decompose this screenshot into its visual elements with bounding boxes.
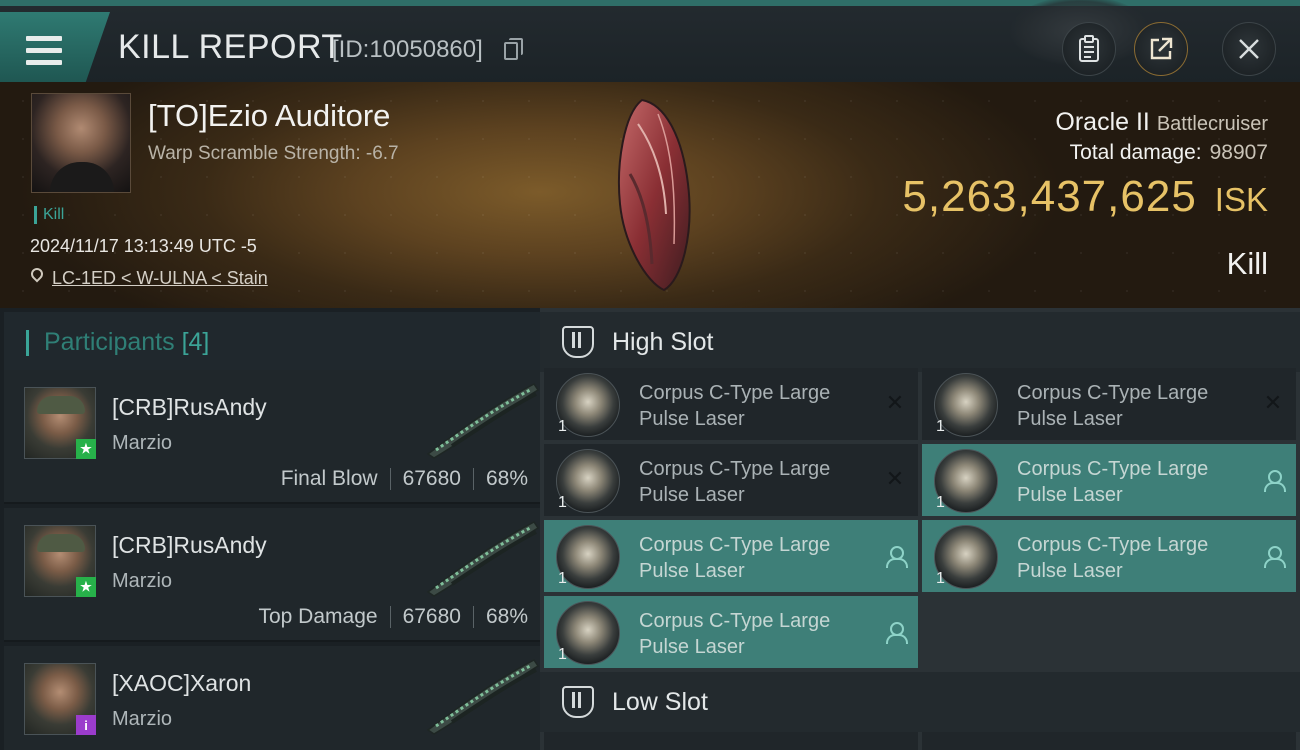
participant-badge: ★ [76,439,96,459]
module-qty: 1 [936,418,945,435]
ship-name[interactable]: Oracle II Battlecruiser [1055,108,1268,137]
menu-icon [26,36,62,66]
module-qty: 1 [558,418,567,435]
participant-role: Final Blow [280,467,378,490]
participant-badge: ★ [76,577,96,597]
share-button[interactable] [1134,22,1188,76]
low-slot-title: Low Slot [612,688,708,716]
participant-avatar[interactable]: ★ [24,387,96,459]
destroyed-icon: ✕ [1263,390,1283,415]
clipboard-button[interactable] [1062,22,1116,76]
module-name: Corpus C-Type Large Pulse Laser [639,458,831,506]
module-item[interactable]: 1 Corpus C-Type Large Pulse Laser [544,596,918,668]
header-accent-bar [26,330,29,356]
participants-title: Participants [4] [44,328,209,357]
participant-corp: Marzio [112,432,173,454]
module-name: Corpus C-Type Large Pulse Laser [1017,534,1209,582]
total-damage-value: 98907 [1209,141,1268,164]
location-link[interactable]: LC-1ED < W-ULNA < Stain [52,268,268,289]
participants-count: [4] [181,328,210,356]
participant-ship-image [426,659,540,735]
high-slot-title: High Slot [612,328,714,356]
participant-avatar[interactable]: ★ [24,525,96,597]
title-bar: KILL REPORT [ID:10050860] [0,0,1300,82]
module-item[interactable] [922,732,1296,750]
participant-corp: Marzio [112,708,173,730]
isk-unit: ISK [1214,181,1268,218]
module-item[interactable]: 1 Corpus C-Type Large Pulse Laser [922,444,1296,516]
module-qty: 1 [936,494,945,511]
pilot-icon [886,622,908,644]
pilot-icon [886,546,908,568]
victim-portrait[interactable] [31,93,131,193]
participant-role: Top Damage [258,605,378,628]
participants-title-text: Participants [44,328,175,356]
kill-tag: Kill [34,206,64,224]
module-qty: 1 [558,570,567,587]
participant-damage: 67680 [402,605,461,628]
menu-button[interactable] [0,12,110,82]
clipboard-icon [1079,35,1099,62]
copy-icon[interactable] [504,38,523,60]
participant-percent: 68% [485,467,528,490]
report-id: [ID:10050860] [332,36,483,63]
low-slot-icon [562,686,594,718]
page-title: KILL REPORT [118,28,343,66]
participant-card[interactable]: i [XAOC]Xaron Marzio [4,646,540,750]
participant-name: [CRB]RusAndy [112,532,267,558]
total-damage: Total damage: 98907 [1070,141,1268,165]
ship-name-text: Oracle II [1055,108,1150,136]
module-item[interactable]: 1 Corpus C-Type Large Pulse Laser [544,520,918,592]
low-slot-header: Low Slot [540,672,1300,732]
participant-ship-image [426,383,540,459]
participant-badge: i [76,715,96,735]
participant-name: [CRB]RusAndy [112,394,267,420]
isk-value: 5,263,437,625 [902,172,1197,221]
participant-ship-image [426,521,540,597]
module-qty: 1 [936,570,945,587]
close-icon [1239,39,1259,59]
destroyed-icon: ✕ [885,390,905,415]
module-item[interactable]: 1 Corpus C-Type Large Pulse Laser ✕ [544,368,918,440]
total-damage-label: Total damage: [1069,141,1202,164]
share-icon [1150,37,1173,60]
victim-name[interactable]: [TO]Ezio Auditore [148,98,390,134]
victim-ship-image [617,98,691,292]
module-name: Corpus C-Type Large Pulse Laser [1017,458,1209,506]
high-slot-header: High Slot [540,312,1300,372]
pilot-icon [1264,470,1286,492]
participant-stats: Top Damage 67680 68% [258,605,528,629]
participant-corp: Marzio [112,570,173,592]
kill-timestamp: 2024/11/17 13:13:49 UTC -5 [30,236,257,256]
participants-header: Participants [4] [4,312,540,374]
participant-damage: 67680 [402,467,461,490]
participant-percent: 68% [485,605,528,628]
module-name: Corpus C-Type Large Pulse Laser [639,534,831,582]
victim-subtitle: Warp Scramble Strength: -6.7 [148,143,399,164]
isk-value-row: 5,263,437,625 ISK [902,172,1268,222]
participants-panel: Participants [4] ★ [CRB]RusAndy Marzio F… [0,308,540,750]
module-name: Corpus C-Type Large Pulse Laser [1017,382,1209,430]
ship-class: Battlecruiser [1156,113,1268,135]
module-name: Corpus C-Type Large Pulse Laser [639,382,831,430]
destroyed-icon: ✕ [885,466,905,491]
participant-name: [XAOC]Xaron [112,670,252,696]
module-qty: 1 [558,494,567,511]
module-item[interactable] [544,732,918,750]
participant-card[interactable]: ★ [CRB]RusAndy Marzio Final Blow 67680 6… [4,370,540,504]
pilot-icon [1264,546,1286,568]
participant-stats: Final Blow 67680 68% [281,467,528,491]
participant-card[interactable]: ★ [CRB]RusAndy Marzio Top Damage 67680 6… [4,508,540,642]
module-item[interactable]: 1 Corpus C-Type Large Pulse Laser [922,520,1296,592]
fitting-panel: High Slot 1 Corpus C-Type Large Pulse La… [540,308,1300,750]
high-slot-icon [562,326,594,358]
module-qty: 1 [558,646,567,663]
module-item[interactable]: 1 Corpus C-Type Large Pulse Laser ✕ [544,444,918,516]
participant-avatar[interactable]: i [24,663,96,735]
module-item[interactable]: 1 Corpus C-Type Large Pulse Laser ✕ [922,368,1296,440]
kill-result-label: Kill [1226,246,1268,281]
close-button[interactable] [1222,22,1276,76]
module-name: Corpus C-Type Large Pulse Laser [639,610,831,658]
